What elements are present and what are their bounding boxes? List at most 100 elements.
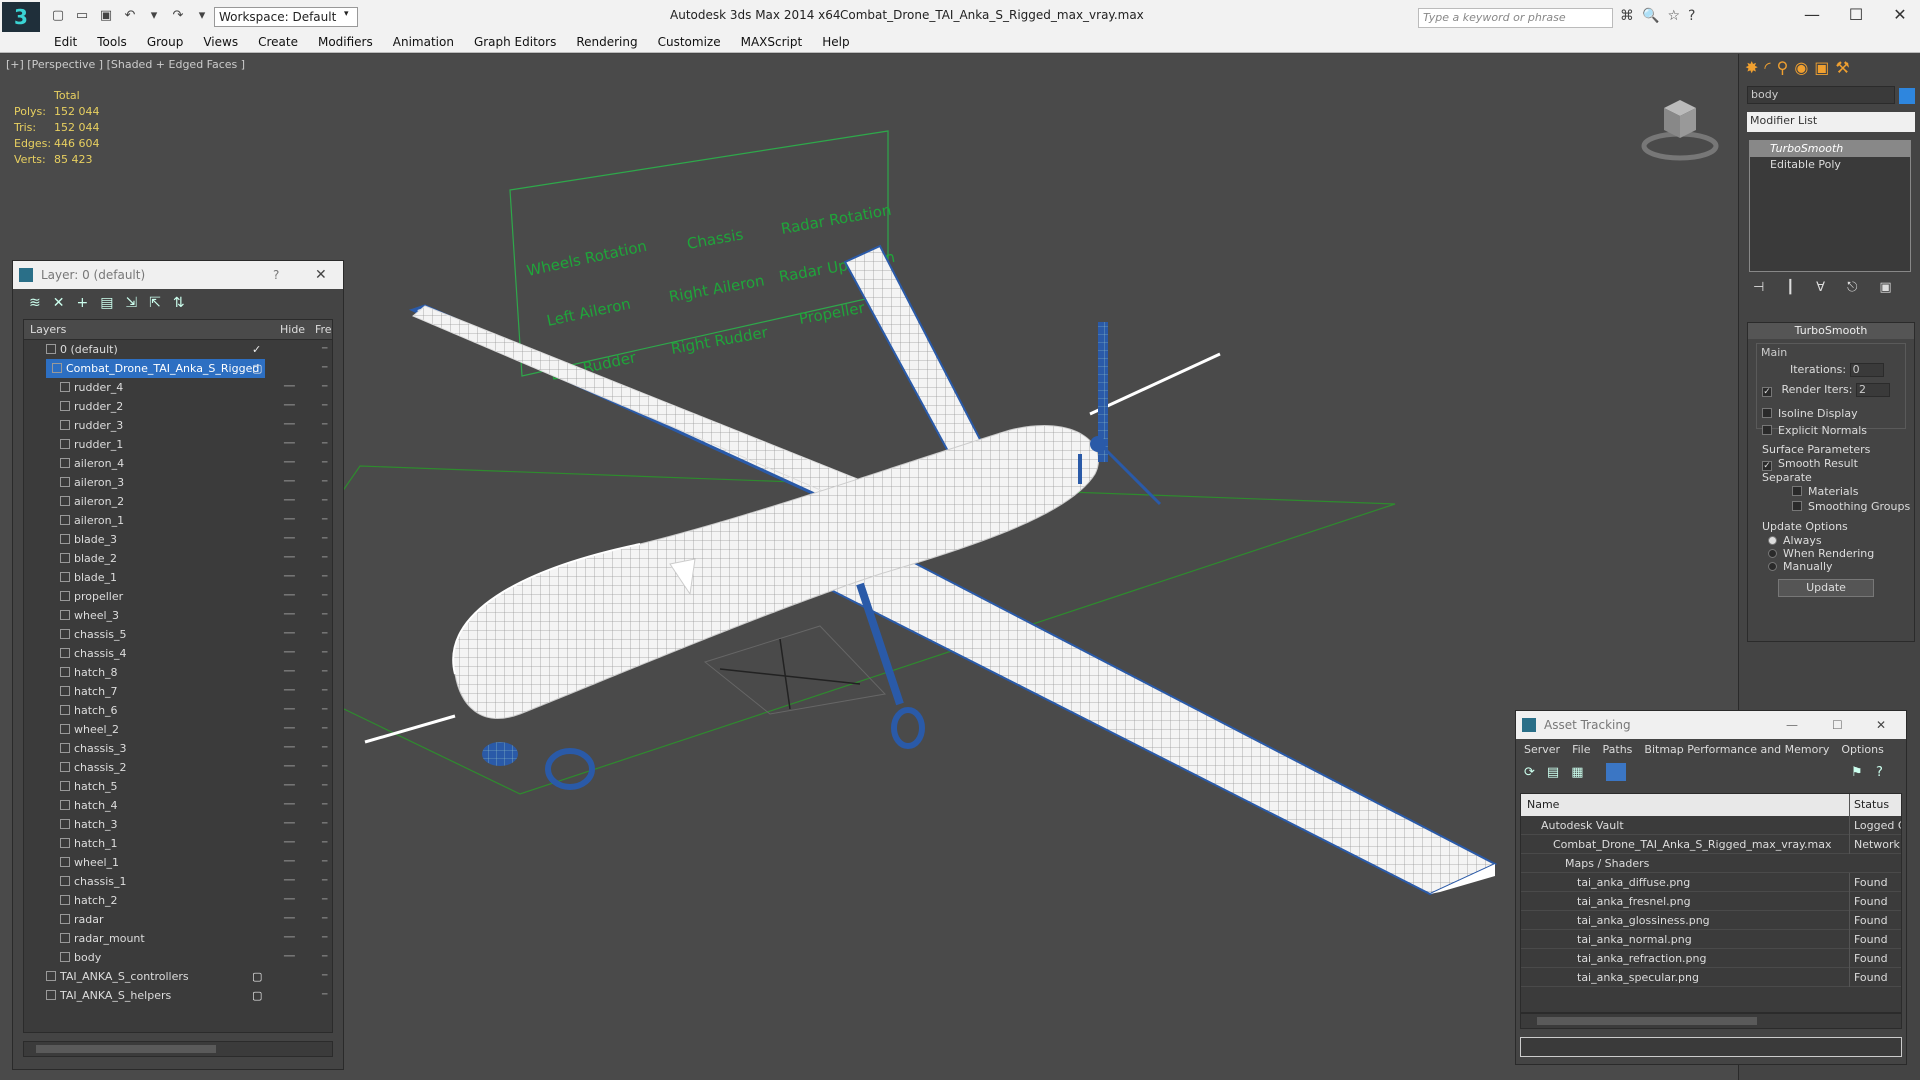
create-layer-icon[interactable]: ≋ — [29, 295, 41, 317]
freeze-toggle[interactable]: ━ — [322, 739, 327, 758]
viewcube-icon[interactable] — [1640, 84, 1720, 164]
layer-name[interactable]: rudder_3 — [60, 416, 123, 435]
layer-name[interactable]: hatch_1 — [60, 834, 118, 853]
layer-name[interactable]: radar — [60, 910, 104, 929]
hide-toggle[interactable]: ━━ — [284, 777, 295, 796]
controller-label[interactable]: Radar Rotation — [780, 201, 893, 238]
materials-row[interactable]: Materials — [1792, 485, 1858, 498]
asset-tracking-window[interactable]: Asset Tracking — ☐ ✕ Server File Paths Bitm… — [1515, 710, 1907, 1065]
menu-graph-editors[interactable]: Graph Editors — [464, 33, 566, 52]
controller-label[interactable]: Chassis — [686, 225, 745, 253]
hide-toggle[interactable]: ✓ — [252, 340, 261, 359]
asset-window-title-bar[interactable]: Asset Tracking — ☐ ✕ — [1516, 711, 1906, 739]
scroll-thumb[interactable] — [1537, 1017, 1757, 1025]
when-rendering-radio[interactable]: When Rendering — [1768, 547, 1874, 560]
asset-row[interactable]: tai_anka_fresnel.png Found — [1521, 892, 1901, 911]
asset-menu-paths[interactable]: Paths — [1603, 739, 1633, 761]
freeze-toggle[interactable]: ━ — [322, 796, 327, 815]
stack-item-editable-poly[interactable]: Editable Poly — [1750, 157, 1910, 173]
menu-views[interactable]: Views — [193, 33, 248, 52]
layer-row[interactable]: rudder_1 ━━ ━ — [24, 435, 332, 454]
asset-row[interactable]: Combat_Drone_TAI_Anka_S_Rigged_max_vray.… — [1521, 835, 1901, 854]
layer-row[interactable]: wheel_3 ━━ ━ — [24, 606, 332, 625]
layer-name[interactable]: wheel_3 — [60, 606, 119, 625]
layer-name[interactable]: aileron_3 — [60, 473, 124, 492]
freeze-toggle[interactable]: ━ — [322, 492, 327, 511]
menu-customize[interactable]: Customize — [648, 33, 731, 52]
layer-name[interactable]: blade_3 — [60, 530, 117, 549]
layer-name[interactable]: chassis_5 — [60, 625, 127, 644]
make-unique-icon[interactable]: ∀ — [1816, 280, 1825, 295]
menu-animation[interactable]: Animation — [383, 33, 464, 52]
hide-toggle[interactable]: ━━ — [284, 473, 295, 492]
search-input[interactable]: Type a keyword or phrase — [1418, 8, 1613, 28]
hide-toggle[interactable]: ━━ — [284, 815, 295, 834]
hide-toggle[interactable]: ━━ — [284, 796, 295, 815]
freeze-toggle[interactable]: ━ — [322, 435, 327, 454]
remove-modifier-icon[interactable]: ⎋ — [1847, 280, 1857, 295]
layer-row[interactable]: blade_2 ━━ ━ — [24, 549, 332, 568]
layer-row[interactable]: wheel_1 ━━ ━ — [24, 853, 332, 872]
rollout-title[interactable]: TurboSmooth — [1748, 323, 1914, 339]
hide-toggle[interactable]: ━━ — [284, 872, 295, 891]
layer-row[interactable]: aileron_2 ━━ ━ — [24, 492, 332, 511]
sort-icon[interactable]: ⇅ — [173, 295, 185, 317]
hierarchy-icon[interactable]: ⇱ — [149, 295, 161, 317]
hide-toggle[interactable]: ━━ — [284, 435, 295, 454]
layer-row[interactable]: rudder_4 ━━ ━ — [24, 378, 332, 397]
configure-sets-icon[interactable]: ▣ — [1879, 280, 1891, 295]
layer-row[interactable]: propeller ━━ ━ — [24, 587, 332, 606]
freeze-toggle[interactable]: ━ — [322, 416, 327, 435]
asset-row[interactable]: Autodesk Vault Logged C — [1521, 816, 1901, 835]
layer-list[interactable]: Layers Hide Fre 0 (default) ✓ ━ Combat_Dron… — [23, 319, 333, 1033]
layer-name[interactable]: chassis_2 — [60, 758, 127, 777]
freeze-toggle[interactable]: ━ — [322, 511, 327, 530]
pin-stack-icon[interactable]: ⊣ — [1753, 280, 1764, 295]
layer-row[interactable]: radar_mount ━━ ━ — [24, 929, 332, 948]
add-icon[interactable]: + — [76, 295, 88, 317]
freeze-toggle[interactable]: ━ — [322, 473, 327, 492]
layer-row[interactable]: hatch_6 ━━ ━ — [24, 701, 332, 720]
delete-icon[interactable]: ✕ — [53, 295, 65, 317]
freeze-toggle[interactable]: ━ — [322, 359, 327, 378]
quick-access-icon[interactable]: ▾ — [144, 8, 164, 24]
utilities-tab-icon[interactable]: ⚒ — [1835, 58, 1849, 77]
menu-maxscript[interactable]: MAXScript — [731, 33, 813, 52]
hide-toggle[interactable]: ━━ — [284, 739, 295, 758]
layer-name[interactable]: hatch_3 — [60, 815, 118, 834]
freeze-toggle[interactable]: ━ — [322, 340, 327, 359]
layer-name[interactable]: aileron_2 — [60, 492, 124, 511]
workspace-dropdown[interactable]: Workspace: Default — [214, 7, 358, 27]
hide-toggle[interactable]: ▢ — [252, 986, 262, 1005]
freeze-toggle[interactable]: ━ — [322, 606, 327, 625]
hide-toggle[interactable]: ━━ — [284, 720, 295, 739]
freeze-toggle[interactable]: ━ — [322, 568, 327, 587]
layer-row[interactable]: chassis_4 ━━ ━ — [24, 644, 332, 663]
freeze-toggle[interactable]: ━ — [322, 720, 327, 739]
hide-toggle[interactable]: ━━ — [284, 644, 295, 663]
layer-name[interactable]: TAI_ANKA_S_helpers — [46, 986, 171, 1005]
layer-name[interactable]: hatch_6 — [60, 701, 118, 720]
smoothing-groups-row[interactable]: Smoothing Groups — [1792, 500, 1910, 513]
menu-create[interactable]: Create — [248, 33, 308, 52]
column-layers[interactable]: Layers — [30, 323, 66, 336]
layer-name[interactable]: radar_mount — [60, 929, 145, 948]
stack-item-turbosmooth[interactable]: TurboSmooth — [1750, 141, 1910, 157]
menu-edit[interactable]: Edit — [44, 33, 87, 52]
layer-name[interactable]: hatch_8 — [60, 663, 118, 682]
layer-row[interactable]: TAI_ANKA_S_helpers ▢ ━ — [24, 986, 332, 1005]
freeze-toggle[interactable]: ━ — [322, 625, 327, 644]
layer-row[interactable]: body ━━ ━ — [24, 948, 332, 967]
hide-toggle[interactable]: ━━ — [284, 416, 295, 435]
hide-toggle[interactable]: ━━ — [284, 834, 295, 853]
viewport-label[interactable]: [+] [Perspective ] [Shaded + Edged Faces… — [6, 58, 245, 71]
hierarchy-tab-icon[interactable]: ⚲ — [1777, 58, 1789, 77]
render-iters-spinner[interactable]: 2 — [1855, 383, 1890, 397]
hide-toggle[interactable]: ━━ — [284, 568, 295, 587]
asset-menu-bitmap-performance-and-memory[interactable]: Bitmap Performance and Memory — [1644, 739, 1829, 761]
layer-row[interactable]: blade_3 ━━ ━ — [24, 530, 332, 549]
column-name[interactable]: Name — [1527, 794, 1559, 816]
app-logo-icon[interactable]: 3 — [2, 2, 40, 32]
layer-row[interactable]: hatch_3 ━━ ━ — [24, 815, 332, 834]
freeze-toggle[interactable]: ━ — [322, 777, 327, 796]
